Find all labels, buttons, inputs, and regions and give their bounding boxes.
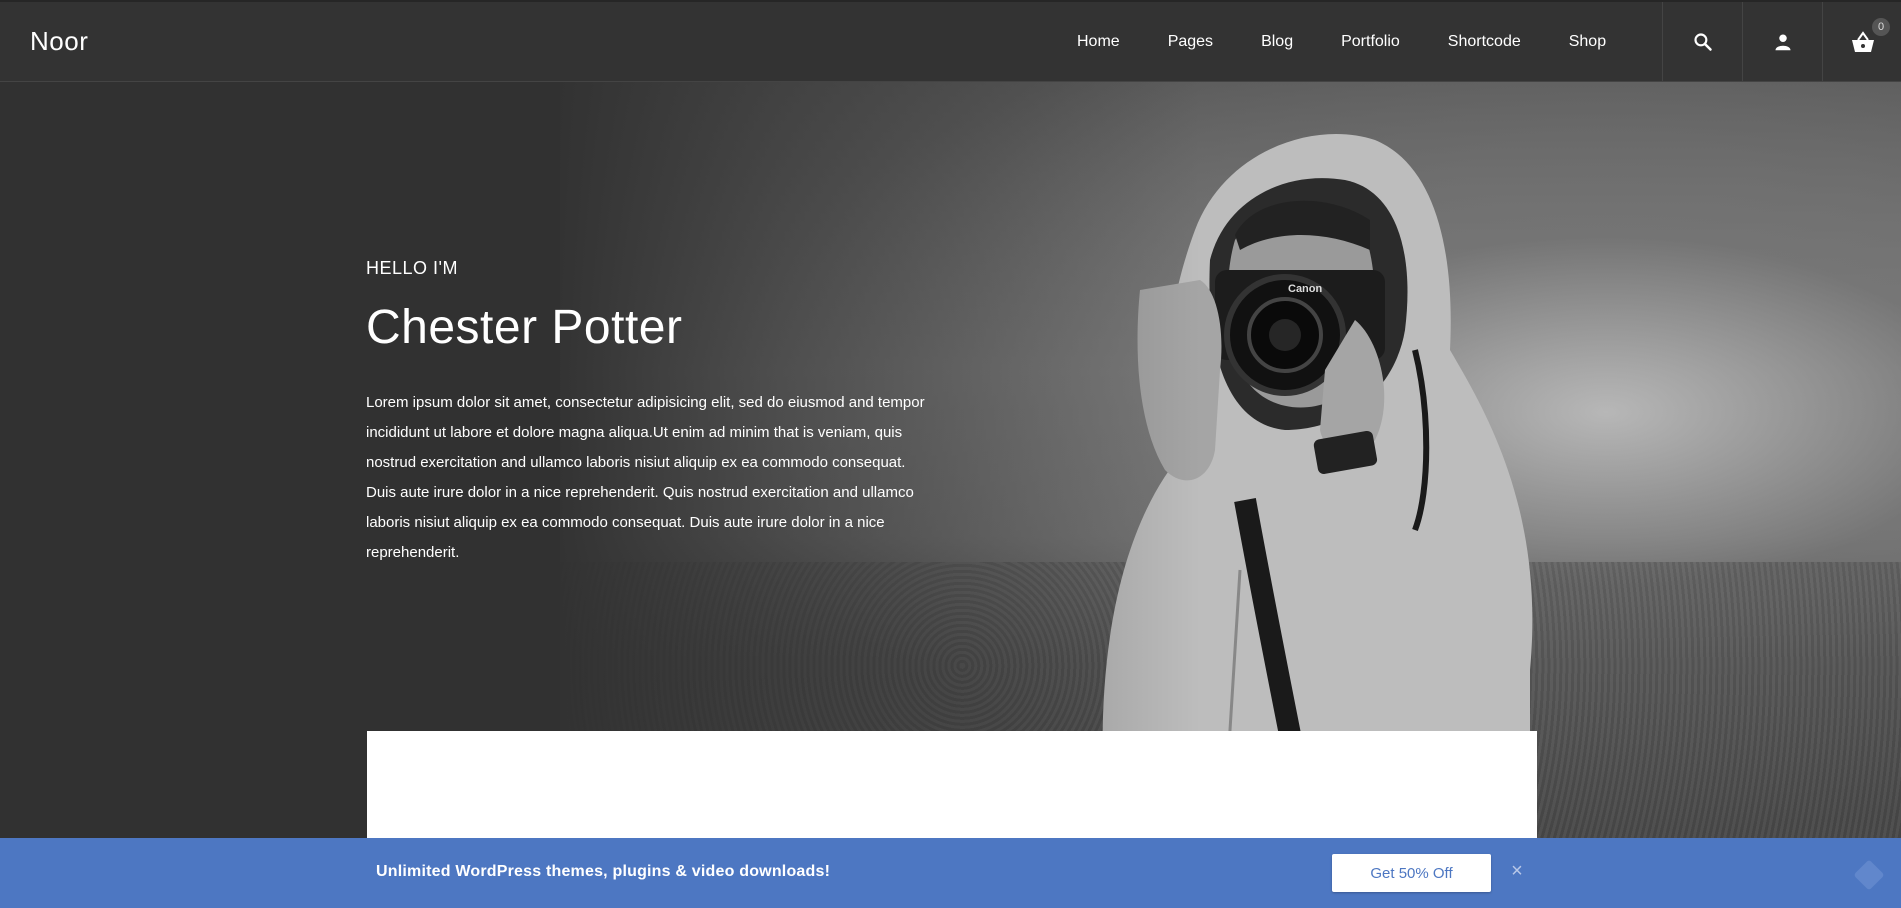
nav-item-shop[interactable]: Shop xyxy=(1569,33,1606,51)
promo-message: Unlimited WordPress themes, plugins & vi… xyxy=(376,863,831,880)
promo-bar: Unlimited WordPress themes, plugins & vi… xyxy=(0,838,1901,908)
search-icon xyxy=(1694,33,1712,51)
nav-item-shortcode[interactable]: Shortcode xyxy=(1448,33,1521,51)
cart-count-badge: 0 xyxy=(1872,18,1890,36)
close-icon[interactable]: × xyxy=(1506,860,1528,882)
basket-icon xyxy=(1852,31,1874,52)
nav-item-home[interactable]: Home xyxy=(1077,33,1120,51)
site-header: Noor Home Pages Blog Portfolio Shortcode… xyxy=(0,0,1901,82)
camera-brand-label: Canon xyxy=(1288,283,1323,295)
search-button[interactable] xyxy=(1662,2,1743,82)
nav-item-portfolio[interactable]: Portfolio xyxy=(1341,33,1400,51)
main-nav: Home Pages Blog Portfolio Shortcode Shop xyxy=(1052,2,1630,82)
account-button[interactable] xyxy=(1742,2,1823,82)
cart-button[interactable]: 0 xyxy=(1822,2,1901,82)
site-logo[interactable]: Noor xyxy=(30,26,88,57)
nav-item-blog[interactable]: Blog xyxy=(1261,33,1293,51)
get-discount-button[interactable]: Get 50% Off xyxy=(1332,854,1491,892)
envato-badge-icon[interactable] xyxy=(1853,859,1885,891)
hero-description: Lorem ipsum dolor sit amet, consectetur … xyxy=(366,394,925,561)
nav-item-pages[interactable]: Pages xyxy=(1168,33,1213,51)
user-icon xyxy=(1775,34,1791,51)
hero-title: Chester Potter xyxy=(366,301,683,354)
hero-kicker: HELLO I'M xyxy=(366,258,458,278)
